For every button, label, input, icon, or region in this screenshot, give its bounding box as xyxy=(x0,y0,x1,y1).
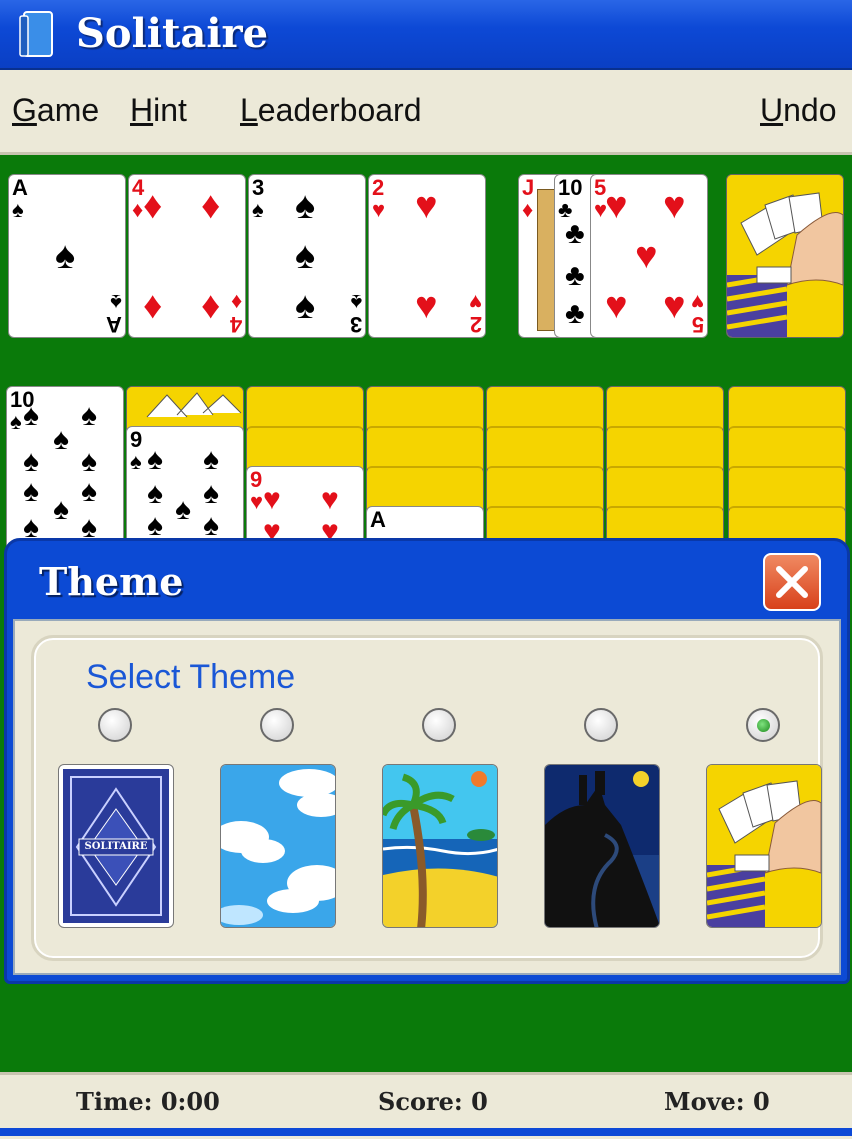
card-pip: ♥ xyxy=(663,285,686,327)
card-rank: 9 ♥ xyxy=(250,467,264,514)
card-rank-inverted: 5 ♥ xyxy=(690,290,704,337)
card-pip: ♣ xyxy=(565,217,585,250)
card-rank: J ♦ xyxy=(522,175,535,222)
foundation-pile-1[interactable]: A ♠ ♠ A ♠ xyxy=(8,174,126,338)
card-pip: ♣ xyxy=(565,259,585,292)
card-pip: ♠ xyxy=(53,423,69,456)
theme-thumb-classic[interactable]: SOLITAIRE xyxy=(58,764,174,928)
card-pip: ♦ xyxy=(201,285,221,327)
card-rank: 3 ♠ xyxy=(252,175,265,222)
theme-radio-castle[interactable] xyxy=(584,708,618,742)
jack-figure xyxy=(537,189,555,331)
card-pip: ♥ xyxy=(635,235,658,277)
card-pip: ♠ xyxy=(175,493,191,526)
card-rank-inverted: 3 ♠ xyxy=(349,290,362,337)
waste-top-card[interactable]: 5 ♥ ♥ ♥ ♥ ♥ ♥ 5 ♥ xyxy=(590,174,708,338)
foundation-pile-2[interactable]: 4 ♦ ♦ ♦ ♦ ♦ 4 ♦ xyxy=(128,174,246,338)
stock-pile[interactable] xyxy=(726,174,844,338)
bottom-border xyxy=(0,1128,852,1136)
card-pip: ♦ xyxy=(143,285,163,327)
card-rank: 2 ♥ xyxy=(372,175,386,222)
menu-bar: Game Hint Leaderboard Undo xyxy=(0,70,852,155)
card-rank: A xyxy=(370,507,386,532)
menu-game[interactable]: Game xyxy=(12,92,99,129)
theme-group: Select Theme SOLITAIRE xyxy=(31,635,823,961)
select-theme-label: Select Theme xyxy=(86,658,296,696)
classic-back-text: SOLITAIRE xyxy=(84,841,148,852)
menu-hint[interactable]: Hint xyxy=(130,92,187,129)
theme-thumb-sky[interactable] xyxy=(220,764,336,928)
hand-cards-back-image xyxy=(727,175,843,337)
card-pip: ♠ xyxy=(23,399,39,432)
card-rank-inverted: 2 ♥ xyxy=(468,290,482,337)
time-display: Time: 0:00 xyxy=(76,1087,220,1116)
beach-palm-image xyxy=(383,765,497,927)
card-rank: 9 ♠ xyxy=(130,427,143,474)
dialog-body: Select Theme SOLITAIRE xyxy=(13,619,841,975)
menu-leaderboard[interactable]: Leaderboard xyxy=(240,92,421,129)
card-pip: ♠ xyxy=(23,475,39,508)
card-pip: ♦ xyxy=(143,185,163,227)
card-pip: ♥ xyxy=(605,185,628,227)
tableau-card[interactable]: 10 ♠ ♠ ♠ ♠ ♠ ♠ ♠ ♠ ♠ ♠ ♠ xyxy=(6,386,124,550)
card-pip: ♠ xyxy=(295,285,316,327)
tableau-card[interactable]: 9 ♠ ♠ ♠ ♠ ♠ ♠ ♠ ♠ xyxy=(126,426,244,550)
card-rank-inverted: 4 ♦ xyxy=(229,290,242,337)
card-pip: ♥ xyxy=(415,185,438,227)
close-x-icon xyxy=(776,566,808,598)
menu-undo[interactable]: Undo xyxy=(760,92,837,129)
card-pip: ♠ xyxy=(81,475,97,508)
card-pip: ♠ xyxy=(203,443,219,476)
card-pip: ♠ xyxy=(55,235,76,277)
foundation-pile-3[interactable]: 3 ♠ ♠ ♠ ♠ 3 ♠ xyxy=(248,174,366,338)
move-display: Move: 0 xyxy=(664,1087,770,1116)
sky-clouds-image xyxy=(221,765,335,927)
card-rank-inverted: A ♠ xyxy=(106,290,122,337)
close-button[interactable] xyxy=(763,553,821,611)
card-rank: A ♠ xyxy=(12,175,28,222)
foundation-pile-4[interactable]: 2 ♥ ♥ ♥ 2 ♥ xyxy=(368,174,486,338)
score-display: Score: 0 xyxy=(378,1087,488,1116)
card-pip: ♠ xyxy=(295,185,316,227)
app-book-icon xyxy=(19,11,53,57)
theme-radio-classic[interactable] xyxy=(98,708,132,742)
card-pip: ♠ xyxy=(53,493,69,526)
title-bar: Solitaire xyxy=(0,0,852,70)
card-pip: ♥ xyxy=(415,285,438,327)
theme-radio-sky[interactable] xyxy=(260,708,294,742)
theme-radio-beach[interactable] xyxy=(422,708,456,742)
theme-radio-hand-cards[interactable] xyxy=(746,708,780,742)
card-pip: ♥ xyxy=(663,185,686,227)
theme-thumb-beach[interactable] xyxy=(382,764,498,928)
card-pip: ♥ xyxy=(605,285,628,327)
app-title: Solitaire xyxy=(76,10,269,57)
theme-thumb-castle[interactable] xyxy=(544,764,660,928)
theme-thumb-hand-cards[interactable] xyxy=(706,764,822,928)
hand-cards-image xyxy=(707,765,821,927)
dialog-title: Theme xyxy=(39,559,184,604)
card-pip: ♠ xyxy=(147,443,163,476)
castle-night-image xyxy=(545,765,659,927)
card-pip: ♦ xyxy=(201,185,221,227)
card-pip: ♠ xyxy=(81,399,97,432)
card-pip: ♣ xyxy=(565,297,585,330)
card-pip: ♠ xyxy=(295,235,316,277)
theme-dialog: Theme Select Theme SOLITAIRE xyxy=(4,538,850,984)
